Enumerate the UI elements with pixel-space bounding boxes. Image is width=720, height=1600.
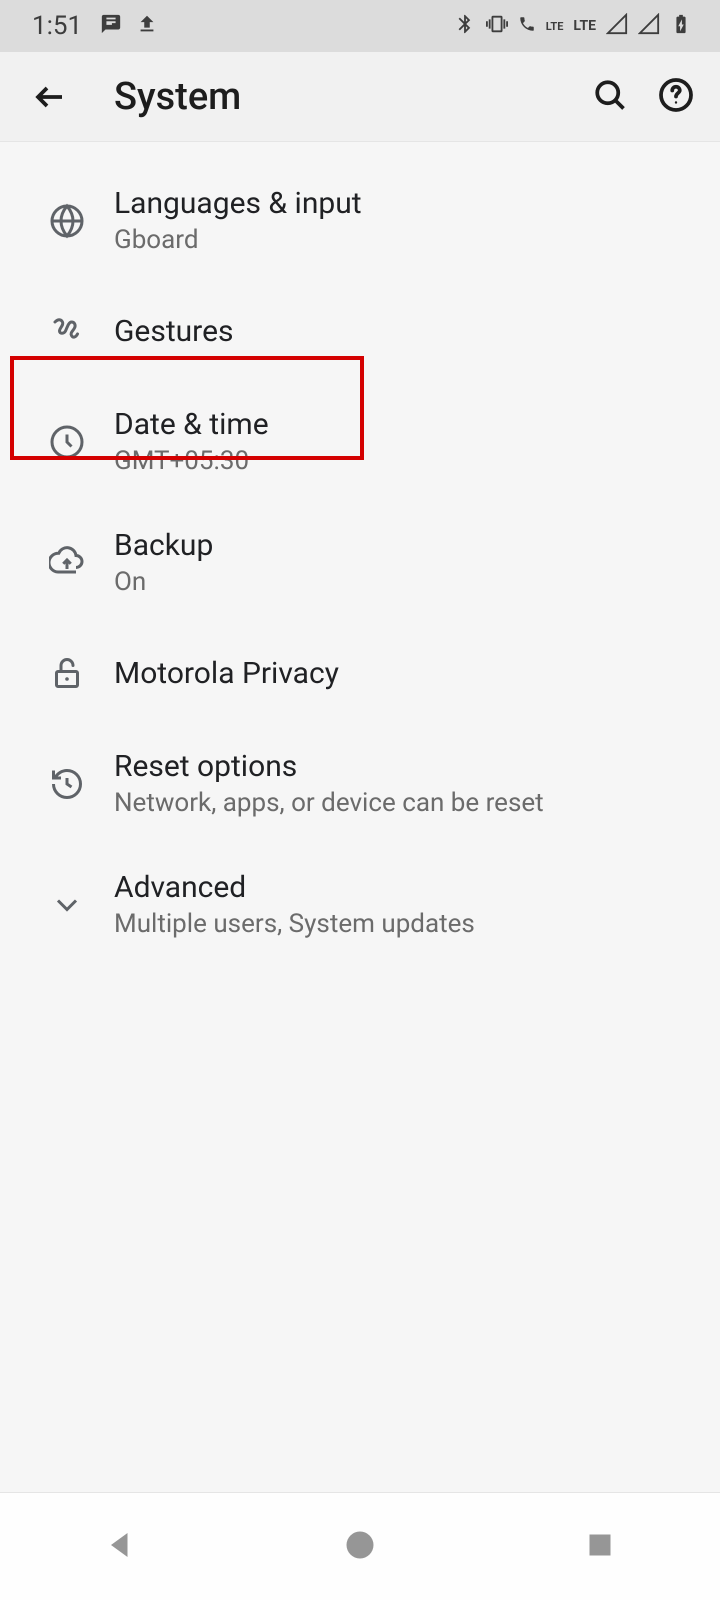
circle-home-icon — [342, 1527, 378, 1563]
item-title: Date & time — [114, 407, 269, 442]
help-button[interactable] — [658, 77, 694, 117]
item-languages-input[interactable]: Languages & input Gboard — [0, 160, 720, 281]
item-sub: On — [114, 567, 213, 597]
item-reset-options[interactable]: Reset options Network, apps, or device c… — [0, 723, 720, 844]
back-button[interactable] — [26, 73, 74, 121]
item-title: Advanced — [114, 870, 475, 905]
settings-list: Languages & input Gboard Gestures Date &… — [0, 142, 720, 965]
reset-icon — [49, 766, 85, 802]
item-title: Gestures — [114, 314, 233, 349]
item-motorola-privacy[interactable]: Motorola Privacy — [0, 623, 720, 723]
clock-icon — [49, 424, 85, 460]
signal-icon-2 — [638, 13, 660, 39]
globe-icon — [49, 203, 85, 239]
nav-home-button[interactable] — [342, 1527, 378, 1567]
cloud-upload-icon — [49, 545, 85, 581]
item-gestures[interactable]: Gestures — [0, 281, 720, 381]
item-advanced[interactable]: Advanced Multiple users, System updates — [0, 844, 720, 965]
search-icon — [592, 77, 628, 113]
vibrate-icon — [486, 13, 508, 39]
bluetooth-icon — [454, 13, 476, 39]
item-sub: Gboard — [114, 225, 362, 255]
item-title: Backup — [114, 528, 213, 563]
upload-icon — [136, 13, 158, 39]
search-button[interactable] — [592, 77, 628, 117]
item-date-time[interactable]: Date & time GMT+05:30 — [0, 381, 720, 502]
item-title: Languages & input — [114, 186, 362, 221]
volte-icon — [518, 15, 536, 37]
help-icon — [658, 77, 694, 113]
signal-icon — [606, 13, 628, 39]
square-recent-icon — [582, 1527, 618, 1563]
status-time: 1:51 — [32, 11, 82, 41]
gesture-icon — [49, 313, 85, 349]
item-sub: GMT+05:30 — [114, 446, 269, 476]
lte-label: LTE — [546, 20, 564, 33]
message-notification-icon — [100, 13, 122, 39]
battery-charging-icon — [670, 13, 692, 39]
nav-back-button[interactable] — [102, 1527, 138, 1567]
app-bar: System — [0, 52, 720, 142]
nav-recent-button[interactable] — [582, 1527, 618, 1567]
navigation-bar — [0, 1492, 720, 1600]
item-sub: Multiple users, System updates — [114, 909, 475, 939]
arrow-left-icon — [32, 79, 68, 115]
item-title: Motorola Privacy — [114, 656, 339, 691]
item-backup[interactable]: Backup On — [0, 502, 720, 623]
triangle-back-icon — [102, 1527, 138, 1563]
item-sub: Network, apps, or device can be reset — [114, 788, 544, 818]
chevron-down-icon — [49, 887, 85, 923]
lte-label-2: LTE — [573, 18, 596, 34]
page-title: System — [114, 75, 241, 119]
status-bar: 1:51 LTE LTE — [0, 0, 720, 52]
unlock-icon — [49, 655, 85, 691]
item-title: Reset options — [114, 749, 544, 784]
